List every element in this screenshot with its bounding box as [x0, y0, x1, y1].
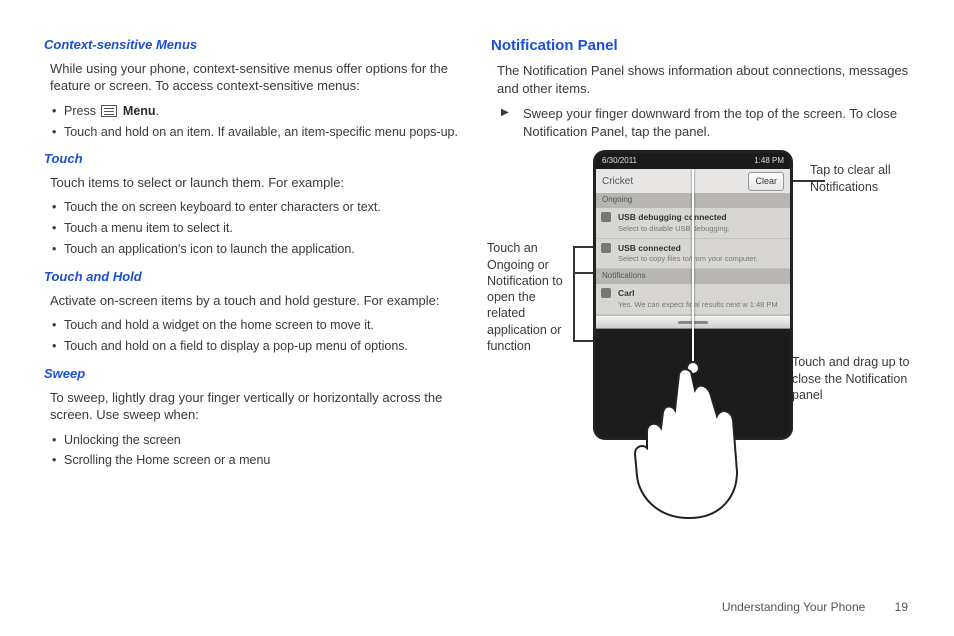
- status-date: 6/30/2011: [602, 156, 637, 167]
- heading-context-menus: Context-sensitive Menus: [44, 36, 463, 54]
- leader-line: [573, 246, 595, 248]
- figure-notification-panel: Touch an Ongoing or Notification to open…: [491, 150, 910, 470]
- notif-title: USB connected: [618, 243, 784, 254]
- para-notif: The Notification Panel shows information…: [497, 62, 910, 97]
- carrier-name: Cricket: [602, 175, 633, 189]
- left-column: Context-sensitive Menus While using your…: [44, 36, 463, 479]
- para-touch-hold: Activate on-screen items by a touch and …: [50, 292, 463, 310]
- chapter-title: Understanding Your Phone: [722, 600, 865, 614]
- touch-item: Touch the on screen keyboard to enter ch…: [52, 199, 463, 216]
- status-bar: 6/30/2011 1:48 PM: [596, 153, 790, 169]
- notif-sub: Select to copy files to/from your comput…: [618, 254, 784, 264]
- bullet-press-menu: Press Menu.: [52, 103, 463, 120]
- notif-step: Sweep your finger downward from the top …: [501, 105, 910, 140]
- drag-indicator-line: [692, 169, 694, 369]
- hand-illustration: [603, 368, 783, 528]
- press-prefix: Press: [64, 104, 99, 118]
- menu-icon: [101, 105, 117, 117]
- page-footer: Understanding Your Phone 19: [722, 600, 908, 614]
- callout-drag-close: Touch and drag up to close the Notificat…: [792, 354, 914, 403]
- touch-item: Touch a menu item to select it.: [52, 220, 463, 237]
- clear-button[interactable]: Clear: [748, 172, 784, 190]
- notif-steps: Sweep your finger downward from the top …: [501, 105, 910, 140]
- notif-sub: Select to disable USB debugging.: [618, 224, 784, 234]
- para-touch: Touch items to select or launch them. Fo…: [50, 174, 463, 192]
- notif-title: Carl: [618, 288, 784, 299]
- leader-line: [573, 340, 595, 342]
- press-suffix: .: [156, 104, 159, 118]
- status-time: 1:48 PM: [754, 156, 784, 167]
- sweep-bullets: Unlocking the screen Scrolling the Home …: [52, 432, 463, 470]
- notif-title: USB debugging connected: [618, 212, 784, 223]
- touch-hold-bullets: Touch and hold a widget on the home scre…: [52, 317, 463, 355]
- heading-sweep: Sweep: [44, 365, 463, 383]
- touch-hold-item: Touch and hold on a field to display a p…: [52, 338, 463, 355]
- touch-bullets: Touch the on screen keyboard to enter ch…: [52, 199, 463, 258]
- callout-touch-to-open: Touch an Ongoing or Notification to open…: [487, 240, 575, 354]
- context-bullets: Press Menu. Touch and hold on an item. I…: [52, 103, 463, 141]
- right-column: Notification Panel The Notification Pane…: [491, 36, 910, 479]
- bullet-hold-item: Touch and hold on an item. If available,…: [52, 124, 463, 141]
- para-sweep: To sweep, lightly drag your finger verti…: [50, 389, 463, 424]
- heading-touch-hold: Touch and Hold: [44, 268, 463, 286]
- touch-hold-item: Touch and hold a widget on the home scre…: [52, 317, 463, 334]
- sweep-item: Unlocking the screen: [52, 432, 463, 449]
- menu-label: Menu: [123, 104, 156, 118]
- callout-clear-all: Tap to clear all Notifications: [810, 162, 914, 195]
- leader-line: [573, 272, 593, 274]
- heading-notification-panel: Notification Panel: [491, 36, 910, 56]
- notif-sub: Yes. We can expect final results next w …: [618, 300, 784, 310]
- page-number: 19: [895, 600, 908, 614]
- sweep-item: Scrolling the Home screen or a menu: [52, 452, 463, 469]
- heading-touch: Touch: [44, 150, 463, 168]
- touch-item: Touch an application's icon to launch th…: [52, 241, 463, 258]
- para-context: While using your phone, context-sensitiv…: [50, 60, 463, 95]
